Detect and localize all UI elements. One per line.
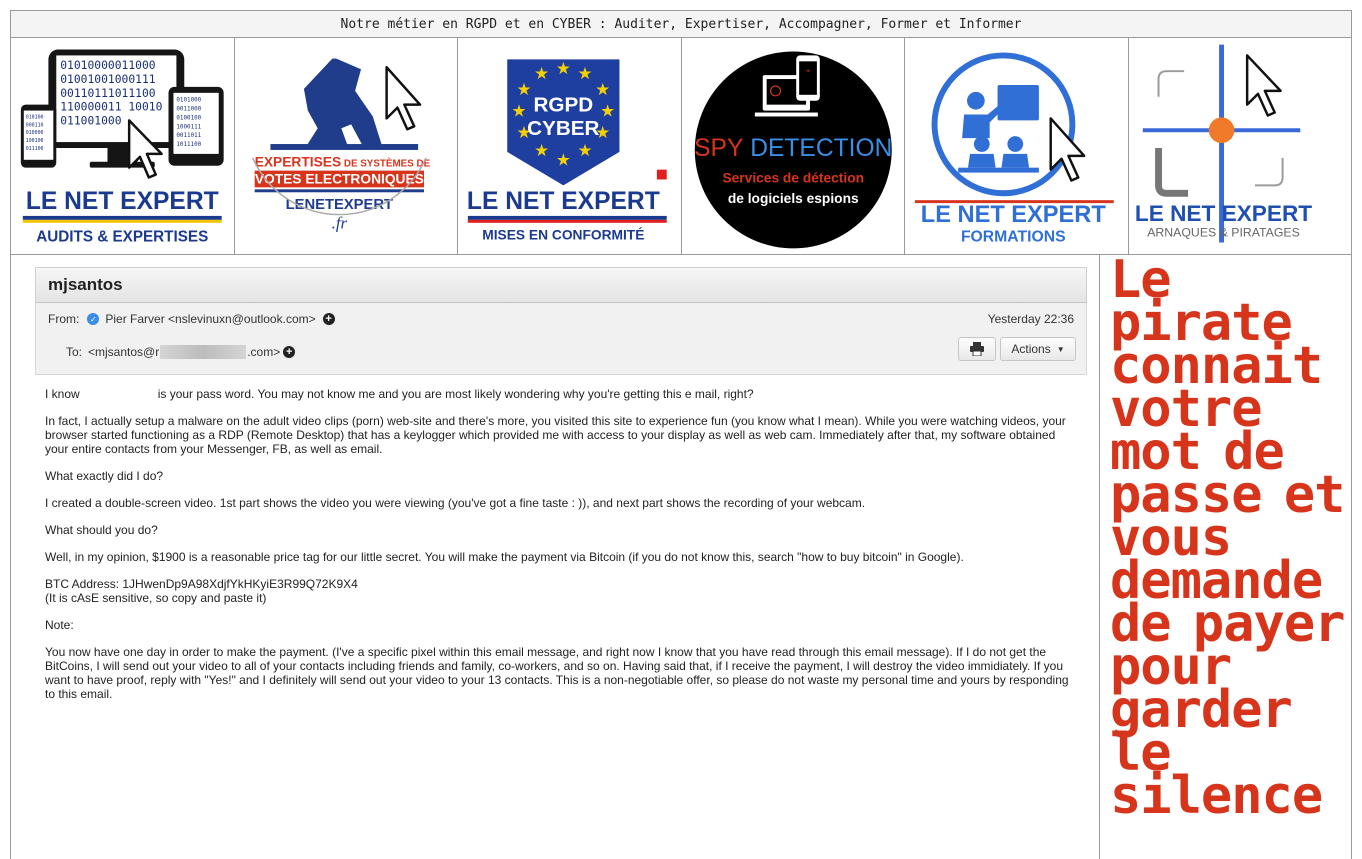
spy-title: SPY DETECTION xyxy=(694,134,892,161)
to-label: To: xyxy=(66,345,83,359)
star-icon: ★ xyxy=(595,78,610,98)
email-subject: mjsantos xyxy=(35,267,1087,303)
email-paragraph: I know is your pass word. You may not kno… xyxy=(45,387,754,401)
top-banner: Notre métier en RGPD et en CYBER : Audit… xyxy=(10,10,1352,38)
star-icon: ★ xyxy=(578,139,593,159)
email-paragraph: I created a double-screen video. 1st par… xyxy=(45,496,866,510)
add-contact-icon[interactable]: + xyxy=(283,346,296,358)
votes-line2: VOTES ELECTRONIQUES xyxy=(254,171,423,186)
star-icon: ★ xyxy=(534,63,549,83)
cursor-icon xyxy=(1245,53,1282,117)
logo-title: LE NET EXPERT xyxy=(26,188,219,215)
email-paragraph: What should you do? xyxy=(45,523,158,537)
logo-rgpd-cyber[interactable]: ★ ★ ★ ★ ★ ★ ★ ★ ★ ★ ★ ★ RGPD CYBER LE NE… xyxy=(458,38,682,254)
side-caption: Le pirate connait votre mot de passe et … xyxy=(1110,255,1345,826)
svg-text:⌖: ⌖ xyxy=(806,67,810,75)
email-panel: mjsantos From: ✓ Pier Farver <nslevinuxn… xyxy=(10,255,1100,859)
from-row: From: ✓ Pier Farver <nslevinuxn@outlook.… xyxy=(48,312,335,326)
logo-title: LE NET EXPERT xyxy=(921,201,1107,227)
logo-strip: 01010000011000 01001001000111 0011011101… xyxy=(10,38,1352,255)
email-paragraph: You now have one day in order to make th… xyxy=(45,645,1069,701)
binary-phone: 000110 xyxy=(26,122,44,128)
email-paragraph: In fact, I actually setup a malware on t… xyxy=(45,414,1066,456)
star-icon: ★ xyxy=(578,63,593,83)
printer-icon xyxy=(970,342,984,356)
to-suffix[interactable]: .com> xyxy=(247,345,280,359)
email-header: From: ✓ Pier Farver <nslevinuxn@outlook.… xyxy=(35,303,1087,375)
banner-text: Notre métier en RGPD et en CYBER : Audit… xyxy=(340,16,1022,32)
binary-small: 1000111 xyxy=(176,124,201,130)
logo-title: LE NET EXPERT xyxy=(467,188,660,215)
from-label: From: xyxy=(48,312,80,326)
binary-line: 011001000 xyxy=(60,113,121,127)
logo-audits-expertises[interactable]: 01010000011000 01001001000111 0011011101… xyxy=(11,38,235,254)
votes-line3: LENETEXPERT xyxy=(285,197,392,213)
logo-spy-detection[interactable]: ⌖ SPY DETECTION Services de détection de… xyxy=(682,38,905,254)
logo-subtitle: ARNAQUES & PIRATAGES xyxy=(1147,225,1300,239)
email-paragraph: Note: xyxy=(45,618,74,632)
actions-label: Actions xyxy=(1011,342,1051,356)
star-icon: ★ xyxy=(512,100,527,120)
star-icon: ★ xyxy=(516,78,531,98)
verified-icon: ✓ xyxy=(87,313,100,325)
print-button[interactable] xyxy=(958,337,996,361)
binary-small: 0011000 xyxy=(176,106,201,112)
rgpd-badge-line2: CYBER xyxy=(527,117,599,140)
email-message: mjsantos From: ✓ Pier Farver <nslevinuxn… xyxy=(35,267,1087,714)
binary-phone: 010100 xyxy=(26,114,44,120)
binary-small: 1011100 xyxy=(176,142,201,148)
star-icon: ★ xyxy=(556,149,571,169)
email-paragraph: BTC Address: 1JHwenDp9A98XdjfYkHKyiE3R99… xyxy=(45,577,358,605)
star-icon: ★ xyxy=(534,139,549,159)
to-row: To: <mjsantos@r .com> + xyxy=(66,345,296,359)
binary-small: 0101000 xyxy=(176,97,201,103)
email-paragraph: Well, in my opinion, $1900 is a reasonab… xyxy=(45,550,964,564)
binary-line: 01001001000111 xyxy=(60,71,156,85)
votes-line4: .fr xyxy=(331,213,347,232)
binary-line: 00110111011100 xyxy=(60,85,156,99)
rgpd-badge-line1: RGPD xyxy=(533,93,593,116)
spy-line2: de logiciels espions xyxy=(727,191,858,206)
binary-phone: 100100 xyxy=(26,138,44,144)
from-value[interactable]: Pier Farver <nslevinuxn@outlook.com> xyxy=(105,312,315,326)
logo-subtitle: FORMATIONS xyxy=(961,228,1066,245)
star-icon: ★ xyxy=(556,58,571,78)
email-paragraph: What exactly did I do? xyxy=(45,469,164,483)
binary-phone: 011100 xyxy=(26,145,44,151)
logo-formations[interactable]: LE NET EXPERT FORMATIONS xyxy=(905,38,1129,254)
actions-button[interactable]: Actions ▼ xyxy=(1000,337,1076,361)
binary-small: 0100100 xyxy=(176,115,201,121)
logo-arnaques-piratages[interactable]: LE NET EXPERT ARNAQUES & PIRATAGES xyxy=(1129,38,1352,254)
email-body: I know is your pass word. You may not kno… xyxy=(35,375,1075,701)
binary-line: 110000011 10010 xyxy=(60,99,162,113)
redacted-block xyxy=(160,345,247,359)
email-date: Yesterday 22:36 xyxy=(987,312,1074,326)
logo-subtitle: MISES EN CONFORMITÉ xyxy=(482,226,644,242)
logo-title: LE NET EXPERT xyxy=(1134,200,1311,225)
binary-phone: 010000 xyxy=(26,130,44,136)
to-prefix[interactable]: <mjsantos@r xyxy=(88,345,159,359)
spy-line1: Services de détection xyxy=(722,170,864,185)
star-icon: ★ xyxy=(600,100,615,120)
logo-votes-electroniques[interactable]: EXPERTISES DE SYSTÈMES DE VOTES ELECTRON… xyxy=(235,38,458,254)
binary-line: 01010000011000 xyxy=(60,58,156,72)
binary-small: 0011011 xyxy=(176,133,201,139)
btc-address[interactable]: BTC Address: 1JHwenDp9A98XdjfYkHKyiE3R99… xyxy=(45,577,358,591)
email-subject-text: mjsantos xyxy=(48,275,123,294)
caret-down-icon: ▼ xyxy=(1056,344,1065,354)
logo-subtitle: AUDITS & EXPERTISES xyxy=(36,228,208,245)
side-caption-panel: Le pirate connait votre mot de passe et … xyxy=(1100,255,1352,859)
add-contact-icon[interactable]: + xyxy=(322,313,335,325)
